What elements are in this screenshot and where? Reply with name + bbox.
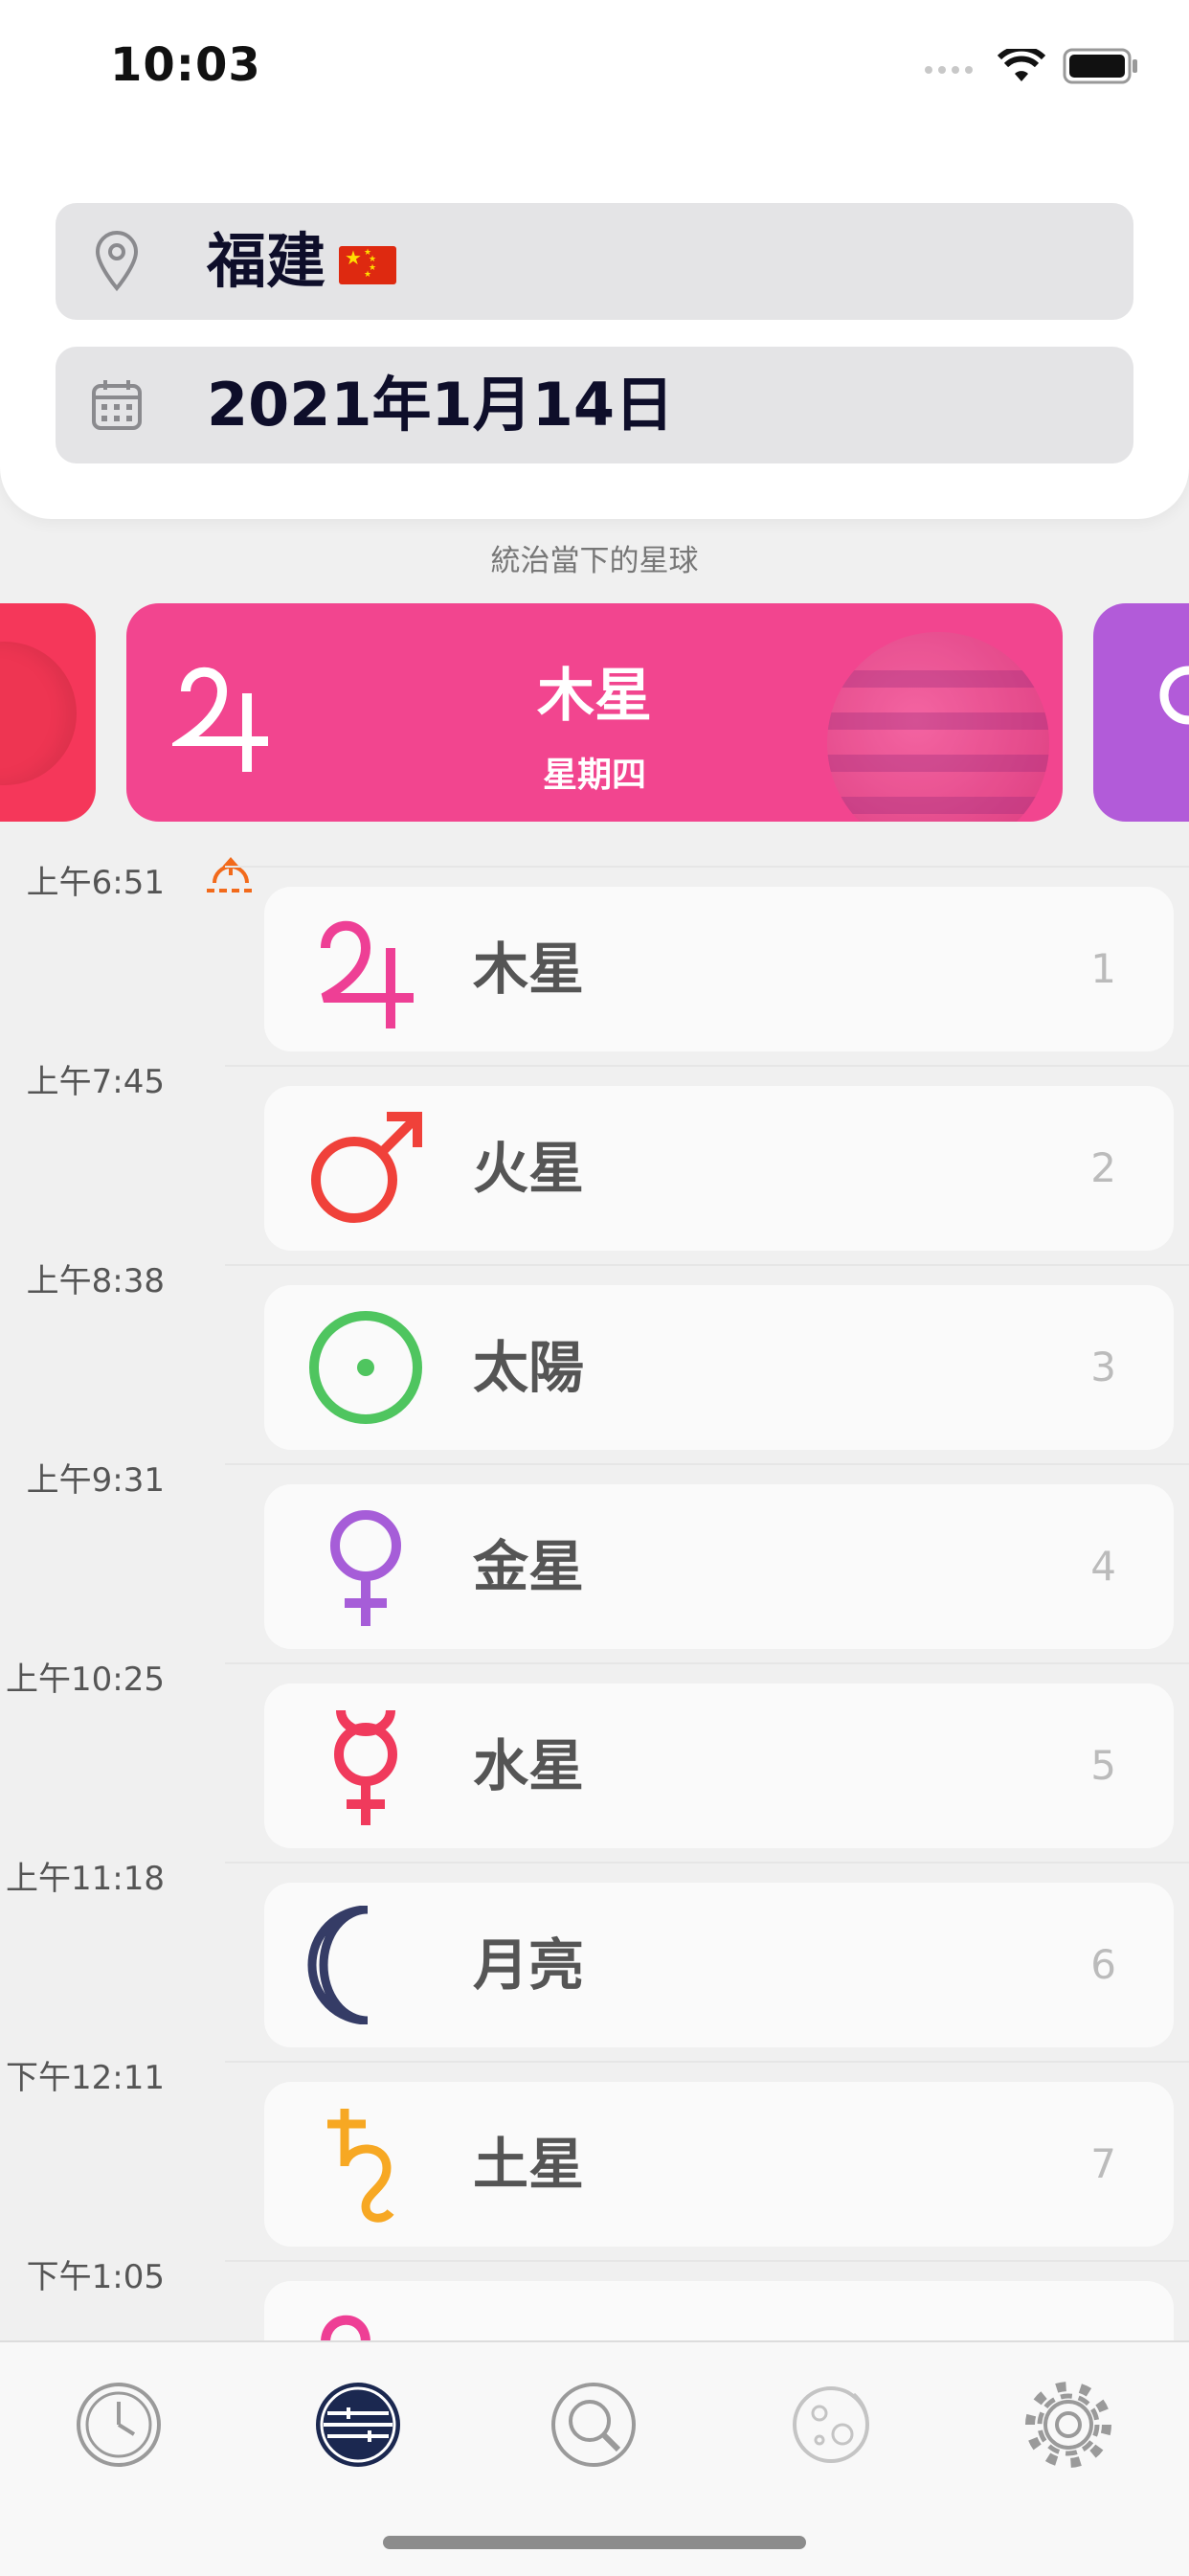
hour-number: 1: [1090, 945, 1116, 992]
planet-name: 木星: [473, 937, 585, 1002]
hour-row-jupiter[interactable]: 木星 1: [264, 887, 1174, 1051]
mars-icon: [311, 1112, 422, 1223]
planet-name: 火星: [473, 1136, 585, 1201]
hour-number: 3: [1090, 1344, 1116, 1390]
hour-time: 下午1:05: [26, 2258, 165, 2296]
moon-icon: [307, 1906, 369, 2024]
hour-time: 下午12:11: [6, 2059, 165, 2097]
planet-name: 水星: [473, 1733, 585, 1798]
wifi-icon: [998, 49, 1045, 81]
clock-icon[interactable]: [75, 2381, 163, 2469]
hour-time: 上午7:45: [26, 1063, 165, 1101]
home-indicator: [383, 2536, 806, 2549]
planet-name: 月亮: [473, 1932, 585, 1998]
moon-phase-icon[interactable]: [787, 2381, 875, 2469]
hour-number: 4: [1090, 1543, 1116, 1590]
china-flag-icon: ★ ★ ★ ★ ★: [339, 245, 397, 284]
divider: [225, 1463, 1189, 1465]
divider: [225, 866, 1189, 868]
ruling-weekday: 星期四: [542, 756, 646, 795]
planet-card-mars[interactable]: [0, 603, 96, 822]
location-pin-icon: [95, 231, 139, 292]
ruling-caption: 統治當下的星球: [490, 544, 699, 578]
planet-card-venus[interactable]: [1093, 603, 1189, 822]
hour-time: 上午11:18: [6, 1860, 165, 1898]
venus-symbol-icon: [1159, 666, 1189, 725]
planet-card-jupiter[interactable]: 木星 星期四: [126, 603, 1063, 822]
hour-time: 上午6:51: [26, 864, 165, 902]
planet-name: 金星: [473, 1534, 585, 1599]
date-field[interactable]: 2021年1月14日: [56, 347, 1133, 463]
location-field[interactable]: 福建 ★ ★ ★ ★ ★: [56, 203, 1133, 320]
planetary-hours-icon[interactable]: [314, 2381, 402, 2469]
venus-icon: [330, 1510, 401, 1626]
search-icon[interactable]: [550, 2381, 638, 2469]
divider: [225, 1264, 1189, 1266]
saturn-icon: [327, 2109, 394, 2223]
hour-row-moon[interactable]: 月亮 6: [264, 1883, 1174, 2047]
divider: [225, 1065, 1189, 1067]
sunrise-icon: [207, 856, 255, 893]
hour-number: 6: [1090, 1941, 1116, 1988]
status-indicators: [923, 48, 1139, 84]
divider: [225, 1662, 1189, 1664]
hour-time: 上午9:31: [26, 1461, 165, 1500]
mars-planet-image: [0, 642, 77, 785]
mercury-icon: [334, 1709, 397, 1825]
hour-row-mercury[interactable]: 水星 5: [264, 1683, 1174, 1848]
divider: [225, 1862, 1189, 1864]
header-card: 10:03 福建 ★ ★ ★ ★ ★ 2021年1月14日: [0, 0, 1189, 519]
hour-row-venus[interactable]: 金星 4: [264, 1484, 1174, 1649]
hour-time: 上午8:38: [26, 1262, 165, 1300]
hour-row-mars[interactable]: 火星 2: [264, 1086, 1174, 1251]
jupiter-icon: [321, 920, 414, 1028]
location-value: 福建 ★ ★ ★ ★ ★: [207, 203, 397, 320]
signal-icon: [925, 66, 973, 74]
divider: [225, 2061, 1189, 2063]
calendar-icon: [92, 380, 142, 430]
divider: [225, 2260, 1189, 2262]
hour-time: 上午10:25: [6, 1661, 165, 1699]
status-time: 10:03: [110, 38, 261, 92]
hour-row-sun[interactable]: 太陽 3: [264, 1285, 1174, 1450]
planet-name: 土星: [473, 2132, 585, 2197]
sun-icon: [309, 1311, 422, 1424]
hour-number: 7: [1090, 2140, 1116, 2187]
hour-number: 5: [1090, 1742, 1116, 1789]
hour-row-saturn[interactable]: 土星 7: [264, 2082, 1174, 2247]
settings-gear-icon[interactable]: [1024, 2381, 1112, 2469]
date-value: 2021年1月14日: [207, 370, 674, 440]
location-text: 福建: [207, 226, 326, 296]
ruling-planet-name: 木星: [537, 663, 652, 730]
hour-number: 2: [1090, 1144, 1116, 1191]
battery-icon: [1063, 48, 1137, 84]
planet-name: 太陽: [473, 1335, 585, 1400]
